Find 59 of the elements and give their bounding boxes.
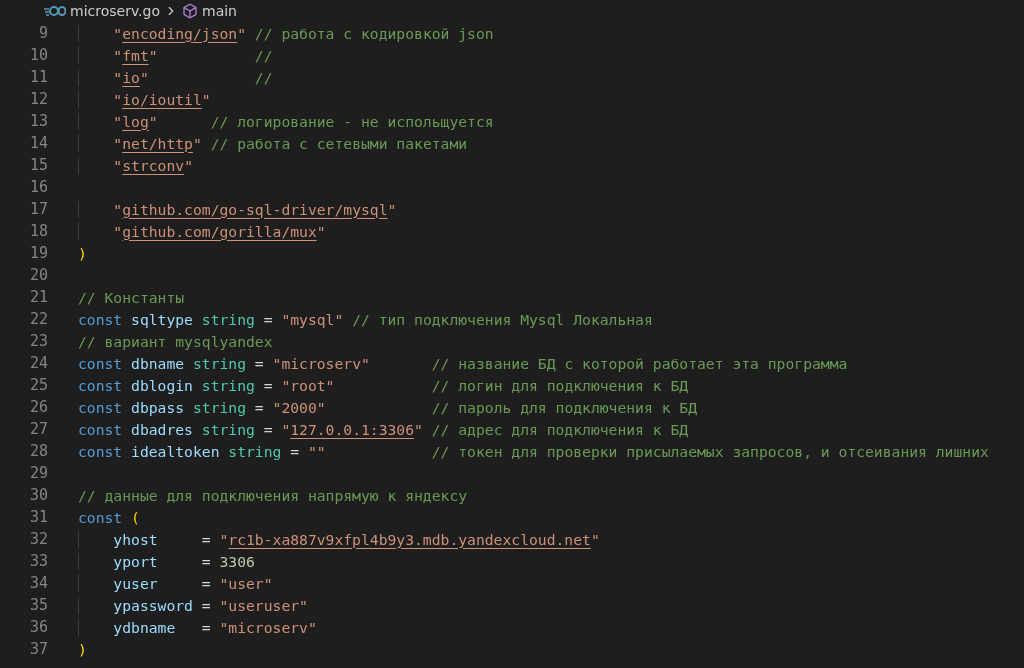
code-line: const (	[78, 508, 140, 526]
line-number: 35	[28, 596, 48, 614]
line-number: 26	[28, 398, 48, 416]
code-line: // Константы	[78, 288, 185, 306]
code-line: "io/ioutil"	[78, 90, 211, 108]
line-number: 37	[28, 640, 48, 658]
line-number: 19	[28, 244, 48, 262]
code-line: // вариант mysqlyandex	[78, 332, 273, 350]
code-line: yport = 3306	[78, 552, 255, 570]
line-number: 29	[28, 464, 48, 482]
code-line: const dbpass string = "2000" // пароль для подключения к БД	[78, 398, 697, 416]
code-line: "github.com/gorilla/mux"	[78, 222, 326, 240]
line-number: 27	[28, 420, 48, 438]
line-number: 15	[28, 156, 48, 174]
code-line: // данные для подключения напрямую к яндексу	[78, 486, 468, 504]
code-line: ydbname = "microserv"	[78, 618, 317, 636]
line-number: 28	[28, 442, 48, 460]
code-line: yuser = "user"	[78, 574, 273, 592]
line-number: 32	[28, 530, 48, 548]
code-line: const dbadres string = "127.0.0.1:3306" // адрес для подключения к БД	[78, 420, 689, 438]
line-number: 24	[28, 354, 48, 372]
code-line: const idealtoken string = "" // токен для проверки присылаемых запросов, и отсеивания лишних	[78, 442, 989, 460]
line-number: 9	[37, 24, 48, 42]
line-number: 16	[28, 178, 48, 196]
code-line: const sqltype string = "mysql" // тип подключения Mysql Локальная	[78, 310, 653, 328]
line-number: 20	[28, 266, 48, 284]
code-line: "io" //	[78, 68, 273, 86]
line-number: 12	[28, 90, 48, 108]
code-line: "github.com/go-sql-driver/mysql"	[78, 200, 397, 218]
code-line: ypassword = "useruser"	[78, 596, 308, 614]
line-number: 23	[28, 332, 48, 350]
code-line: "encoding/json" // работа с кодировкой json	[78, 24, 494, 42]
line-number: 33	[28, 552, 48, 570]
code-line: )	[78, 244, 87, 262]
symbol-name[interactable]: main	[202, 3, 237, 19]
code-line: yhost = "rc1b-xa887v9xfpl4b9y3.mdb.yandexcloud.net"	[78, 530, 600, 548]
line-number: 10	[28, 46, 48, 64]
line-number: 22	[28, 310, 48, 328]
line-number: 18	[28, 222, 48, 240]
line-number: 31	[28, 508, 48, 526]
file-icon	[44, 5, 66, 17]
code-line: "log" // логирование - не испольщуется	[78, 112, 494, 130]
line-number: 36	[28, 618, 48, 636]
code-line: const dbname string = "microserv" // название БД с которой работает эта программа	[78, 354, 848, 372]
line-number: 25	[28, 376, 48, 394]
line-number: 14	[28, 134, 48, 152]
code-line: const dblogin string = "root" // логин для подключения к БД	[78, 376, 689, 394]
line-number: 21	[28, 288, 48, 306]
cube-icon	[182, 3, 198, 19]
line-number: 13	[28, 112, 48, 130]
line-number: 34	[28, 574, 48, 592]
code-line: "net/http" // работа с сетевыми пакетами	[78, 134, 468, 152]
code-line: "fmt" //	[78, 46, 273, 64]
code-line: "strconv"	[78, 156, 193, 174]
line-number: 11	[28, 68, 48, 86]
file-name[interactable]: microserv.go	[70, 3, 160, 19]
line-number: 17	[28, 200, 48, 218]
code-line: )	[78, 640, 87, 658]
line-number: 30	[28, 486, 48, 504]
